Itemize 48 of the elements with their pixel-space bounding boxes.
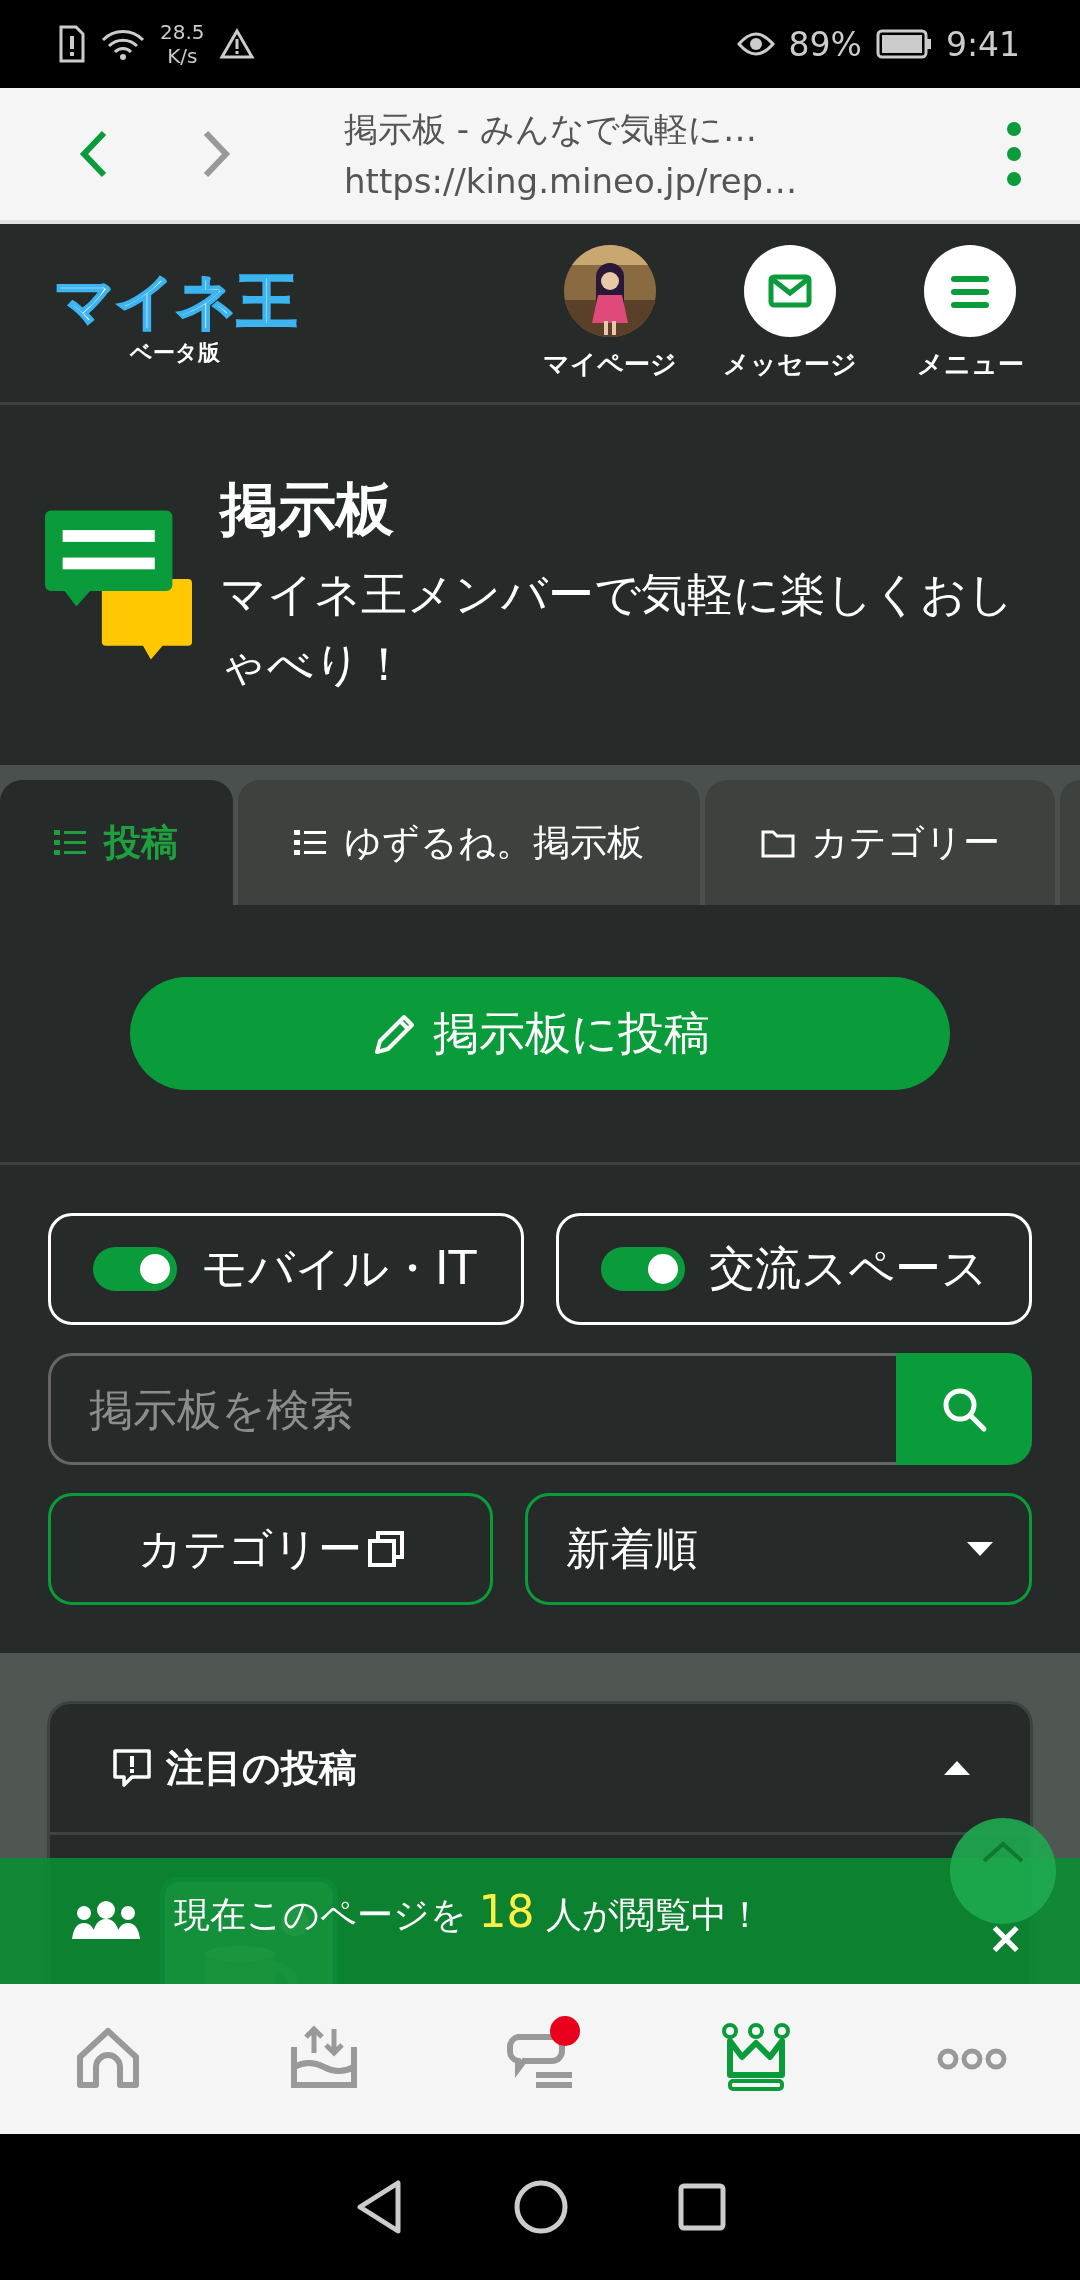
- filter-toggle[interactable]: 交流スペース: [556, 1213, 1032, 1325]
- back-icon[interactable]: [354, 2179, 404, 2235]
- battery-icon: [875, 29, 932, 59]
- nav-label[interactable]: メッセージ: [723, 346, 857, 382]
- dropdown-caret-icon: [967, 1542, 993, 1556]
- eye-icon: [736, 30, 775, 58]
- viewer-count-text: 現在このページを 18 人が閲覧中！: [174, 1886, 763, 1939]
- beta-label: ベータ版: [130, 339, 220, 367]
- warning-icon: [218, 28, 255, 60]
- forward-icon: [202, 129, 232, 179]
- post-button[interactable]: 掲示板に投稿: [130, 977, 950, 1090]
- close-button[interactable]: ×: [981, 1911, 1030, 1964]
- alert-bubble-icon: [112, 1748, 152, 1788]
- up-chevron-icon: [981, 1840, 1025, 1864]
- back-icon: [78, 129, 108, 179]
- page-url[interactable]: https://king.mineo.jp/rep…: [344, 161, 1004, 201]
- sim-alert-icon: [58, 24, 86, 64]
- home-icon[interactable]: [514, 2180, 568, 2234]
- nav-label[interactable]: マイページ: [543, 346, 677, 382]
- speed-unit: K/s: [167, 44, 198, 68]
- network-speed: 28.5: [160, 20, 205, 44]
- tab[interactable]: 投稿: [0, 780, 233, 905]
- search-button[interactable]: [896, 1353, 1032, 1465]
- recent-apps-icon[interactable]: [678, 2183, 726, 2231]
- toggle-switch[interactable]: [601, 1247, 685, 1291]
- section-title: 注目の投稿: [166, 1744, 358, 1792]
- list-icon: [54, 827, 89, 858]
- tab[interactable]: カテゴリー: [705, 780, 1056, 905]
- category-button[interactable]: カテゴリー: [48, 1493, 493, 1605]
- collapse-caret-icon[interactable]: [944, 1761, 970, 1775]
- battery-percent: 89%: [788, 24, 862, 64]
- nav-label[interactable]: メニュー: [916, 346, 1024, 382]
- more-options-icon[interactable]: [1004, 119, 1024, 189]
- list-icon: [294, 827, 329, 858]
- filter-label: モバイル・IT: [201, 1240, 477, 1297]
- sort-dropdown[interactable]: 新着順: [525, 1493, 1032, 1605]
- filter-toggle[interactable]: モバイル・IT: [48, 1213, 524, 1325]
- clock: 9:41: [945, 24, 1020, 64]
- window-icon: [367, 1531, 404, 1567]
- tab[interactable]: ゆずるね。掲示板: [237, 780, 701, 905]
- toggle-switch[interactable]: [93, 1247, 177, 1291]
- chat-bubbles-icon: [45, 509, 192, 661]
- board-description: マイネ王メンバーで気軽に楽しくおしゃべり！: [220, 566, 1015, 693]
- board-title: 掲示板: [220, 474, 395, 545]
- filter-label: 交流スペース: [709, 1240, 988, 1297]
- search-field[interactable]: 掲示板を検索: [48, 1353, 896, 1465]
- people-icon: [70, 1901, 142, 1941]
- page-title: 掲示板 - みんなで気軽に…: [344, 108, 758, 151]
